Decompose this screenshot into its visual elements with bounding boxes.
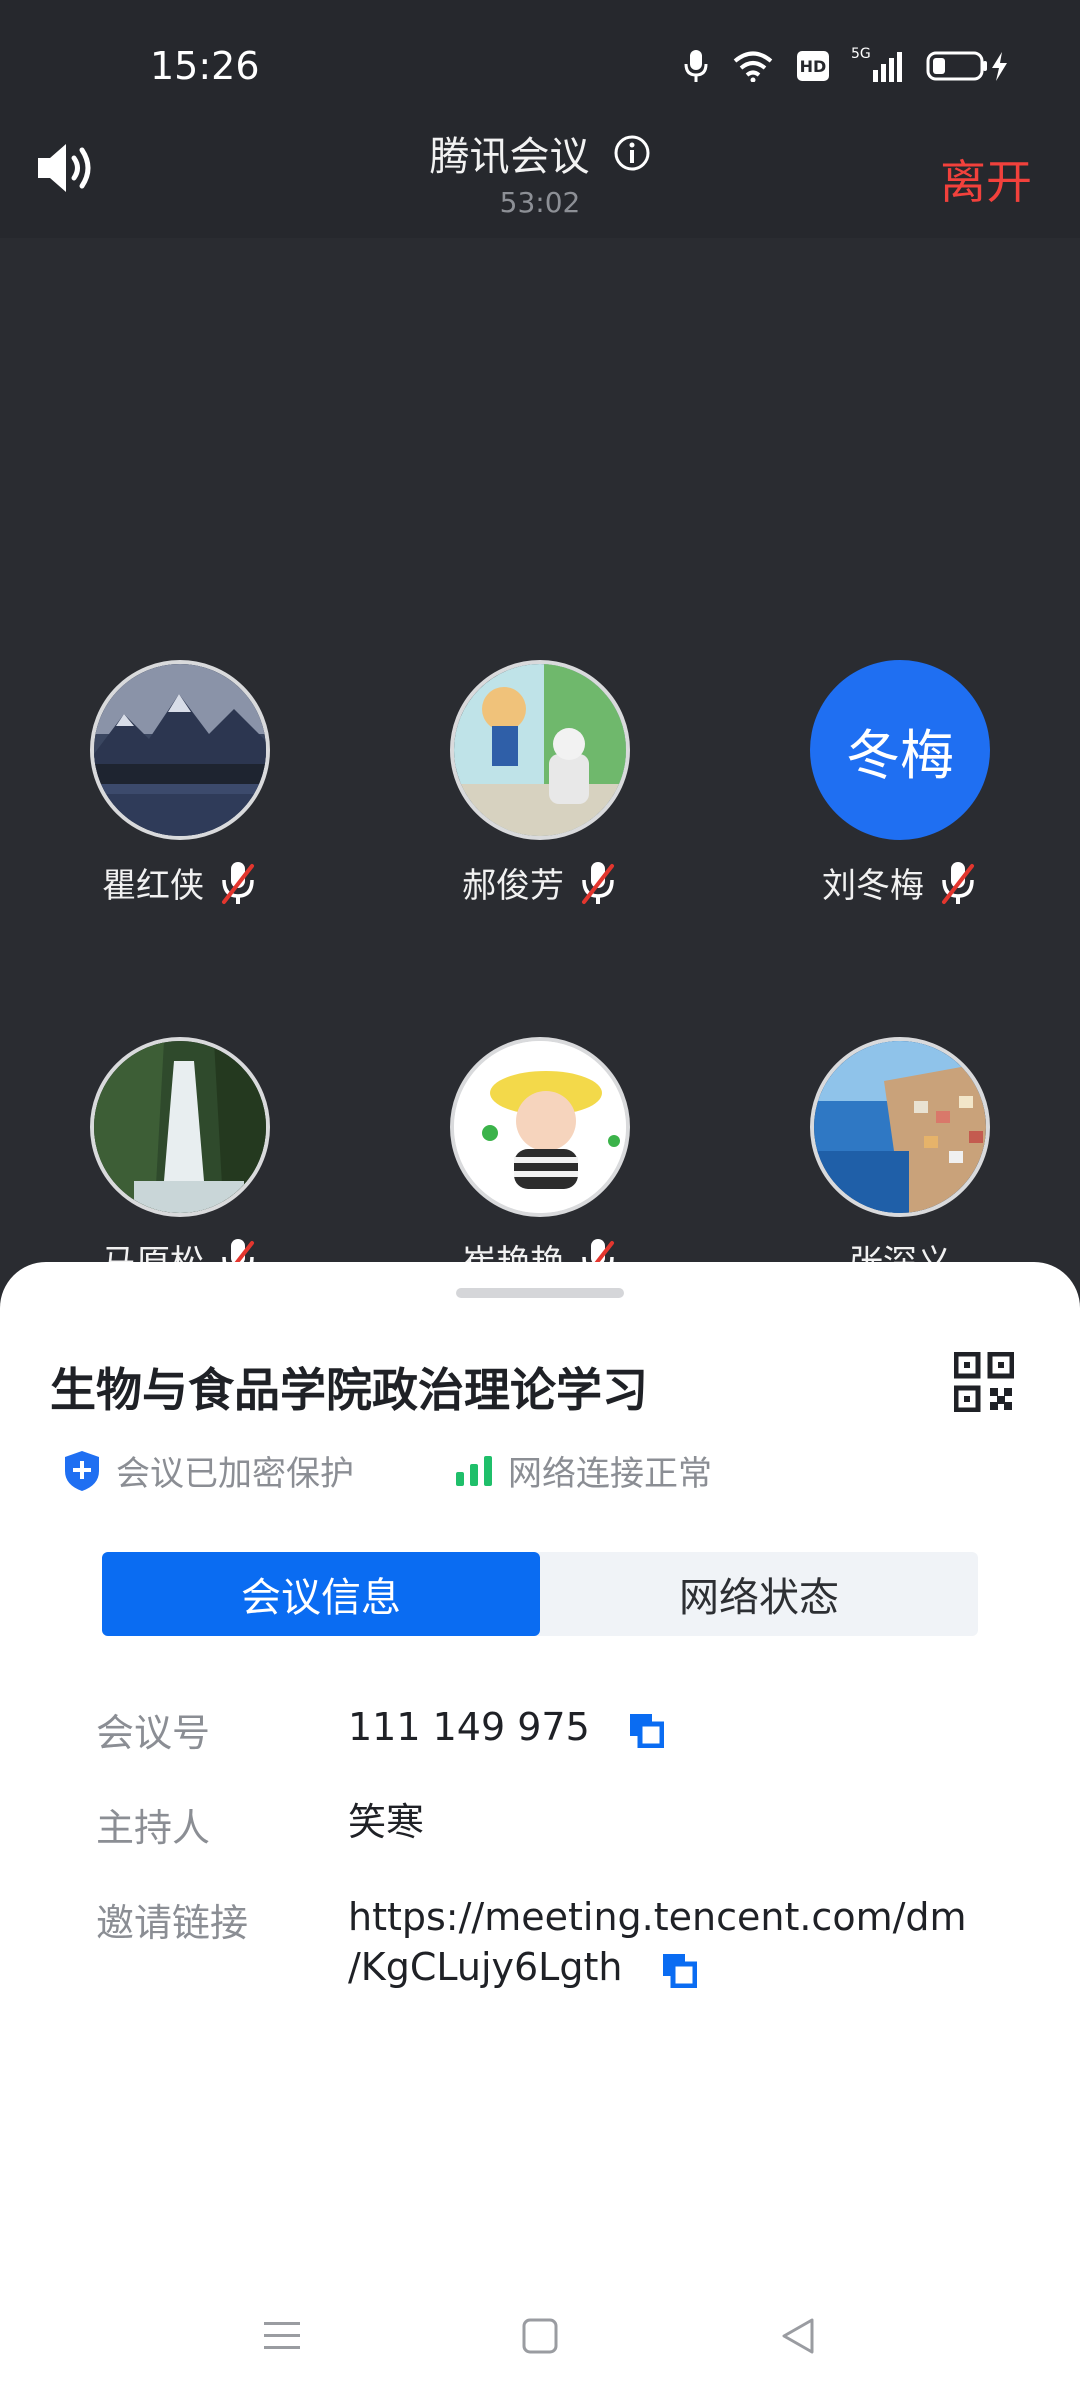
qr-code-icon[interactable] <box>954 1352 1014 1412</box>
avatar-initials: 冬梅 <box>846 723 954 787</box>
copy-icon[interactable] <box>661 1952 697 1988</box>
avatar <box>450 660 630 840</box>
copy-icon[interactable] <box>628 1712 664 1748</box>
meeting-id-label: 会议号 <box>96 1711 211 1755</box>
invite-link-value[interactable]: https://meeting.tencent.com/dm /KgCLujy6… <box>348 1892 967 1992</box>
coast-town-photo <box>814 1041 986 1213</box>
invite-link-line2: /KgCLujy6Lgth <box>348 1945 623 1989</box>
status-time: 15:26 <box>150 44 260 88</box>
invite-link-label: 邀请链接 <box>96 1901 249 1945</box>
participant-tile[interactable]: 马原松 <box>30 1037 330 1284</box>
invite-link-line2-wrap: /KgCLujy6Lgth <box>348 1942 967 1992</box>
host-row: 主持人 笑寒 <box>96 1797 996 1852</box>
microphone-status-icon <box>684 50 708 82</box>
waterfall-photo <box>94 1041 266 1213</box>
child-photo <box>454 1041 626 1213</box>
participant-tile[interactable]: 瞿红侠 <box>30 660 330 907</box>
participant-tile[interactable]: 郝俊芳 <box>390 660 690 907</box>
invite-link-line1: https://meeting.tencent.com/dm <box>348 1895 967 1939</box>
title-wrap: 腾讯会议 <box>0 124 1080 182</box>
meeting-id-value-wrap: 111 149 975 <box>348 1702 664 1757</box>
shield-icon <box>65 1450 99 1491</box>
battery-charging-icon <box>926 51 1007 81</box>
network-bars-icon <box>456 1455 492 1486</box>
participant-name: 瞿红侠 <box>102 866 204 906</box>
avatar <box>90 1037 270 1217</box>
encryption-label: 会议已加密保护 <box>116 1454 354 1494</box>
hd-icon: HD <box>797 51 829 81</box>
leave-button[interactable]: 离开 <box>940 146 1032 212</box>
encryption-badge: 会议已加密保护 <box>62 1446 354 1495</box>
avatar <box>810 1037 990 1217</box>
avatar <box>90 660 270 840</box>
meeting-title: 生物与食品学院政治理论学习 <box>50 1363 648 1417</box>
mic-muted-icon <box>942 861 974 904</box>
tab-network-status[interactable]: 网络状态 <box>540 1552 978 1636</box>
network-type: 5G <box>851 46 871 62</box>
invite-link-row: 邀请链接 https://meeting.tencent.com/dm /KgC… <box>96 1892 996 1992</box>
home-nav-icon[interactable] <box>520 2316 560 2356</box>
participant-name-row: 刘冬梅 <box>750 858 1050 907</box>
anime-girl-photo <box>454 664 626 836</box>
participant-name-row: 郝俊芳 <box>390 858 690 907</box>
hd-label: HD <box>799 56 827 76</box>
network-badge: 网络连接正常 <box>454 1446 712 1495</box>
host-value: 笑寒 <box>348 1800 425 1844</box>
menu-nav-icon[interactable] <box>262 2316 302 2356</box>
sheet-drag-handle[interactable] <box>456 1288 624 1298</box>
meeting-id-row: 会议号 111 149 975 <box>96 1702 996 1757</box>
meeting-info-sheet: 生物与食品学院政治理论学习 会议已加密保护 网络连接正常 会议信息 网络状态 会… <box>0 1262 1080 2400</box>
meeting-app-title: 腾讯会议 <box>429 134 590 180</box>
participant-name: 郝俊芳 <box>462 866 564 906</box>
host-label: 主持人 <box>96 1806 211 1850</box>
info-tabs: 会议信息 网络状态 <box>102 1552 978 1636</box>
meeting-duration: 53:02 <box>499 186 581 219</box>
participant-name: 刘冬梅 <box>822 866 924 906</box>
mic-muted-icon <box>582 861 614 904</box>
status-badges: 会议已加密保护 网络连接正常 <box>62 1446 712 1495</box>
mountain-lake-photo <box>94 664 266 836</box>
status-icons: HD 5G <box>683 46 1010 84</box>
participant-tile[interactable]: 张深义 <box>750 1037 1050 1284</box>
system-nav-bar <box>0 2290 1080 2400</box>
avatar: 冬梅 <box>810 660 990 840</box>
participant-tile[interactable]: 冬梅 刘冬梅 <box>750 660 1050 907</box>
meeting-id-value: 111 149 975 <box>348 1705 590 1749</box>
tab-meeting-info[interactable]: 会议信息 <box>102 1552 540 1636</box>
avatar <box>450 1037 630 1217</box>
meeting-header: 腾讯会议 53:02 离开 <box>0 110 1080 238</box>
network-label: 网络连接正常 <box>508 1454 712 1494</box>
participant-tile[interactable]: 崔艳艳 <box>390 1037 690 1284</box>
participant-name-row: 瞿红侠 <box>30 858 330 907</box>
wifi-icon <box>733 51 773 82</box>
info-icon[interactable] <box>613 134 651 172</box>
mic-muted-icon <box>222 861 254 904</box>
back-nav-icon[interactable] <box>778 2316 818 2356</box>
signal-icon: 5G <box>851 46 902 82</box>
screen: 15:26 HD 5G 腾讯会议 53:02 离开 瞿红侠 郝俊芳 冬梅 刘冬梅… <box>0 0 1080 2400</box>
